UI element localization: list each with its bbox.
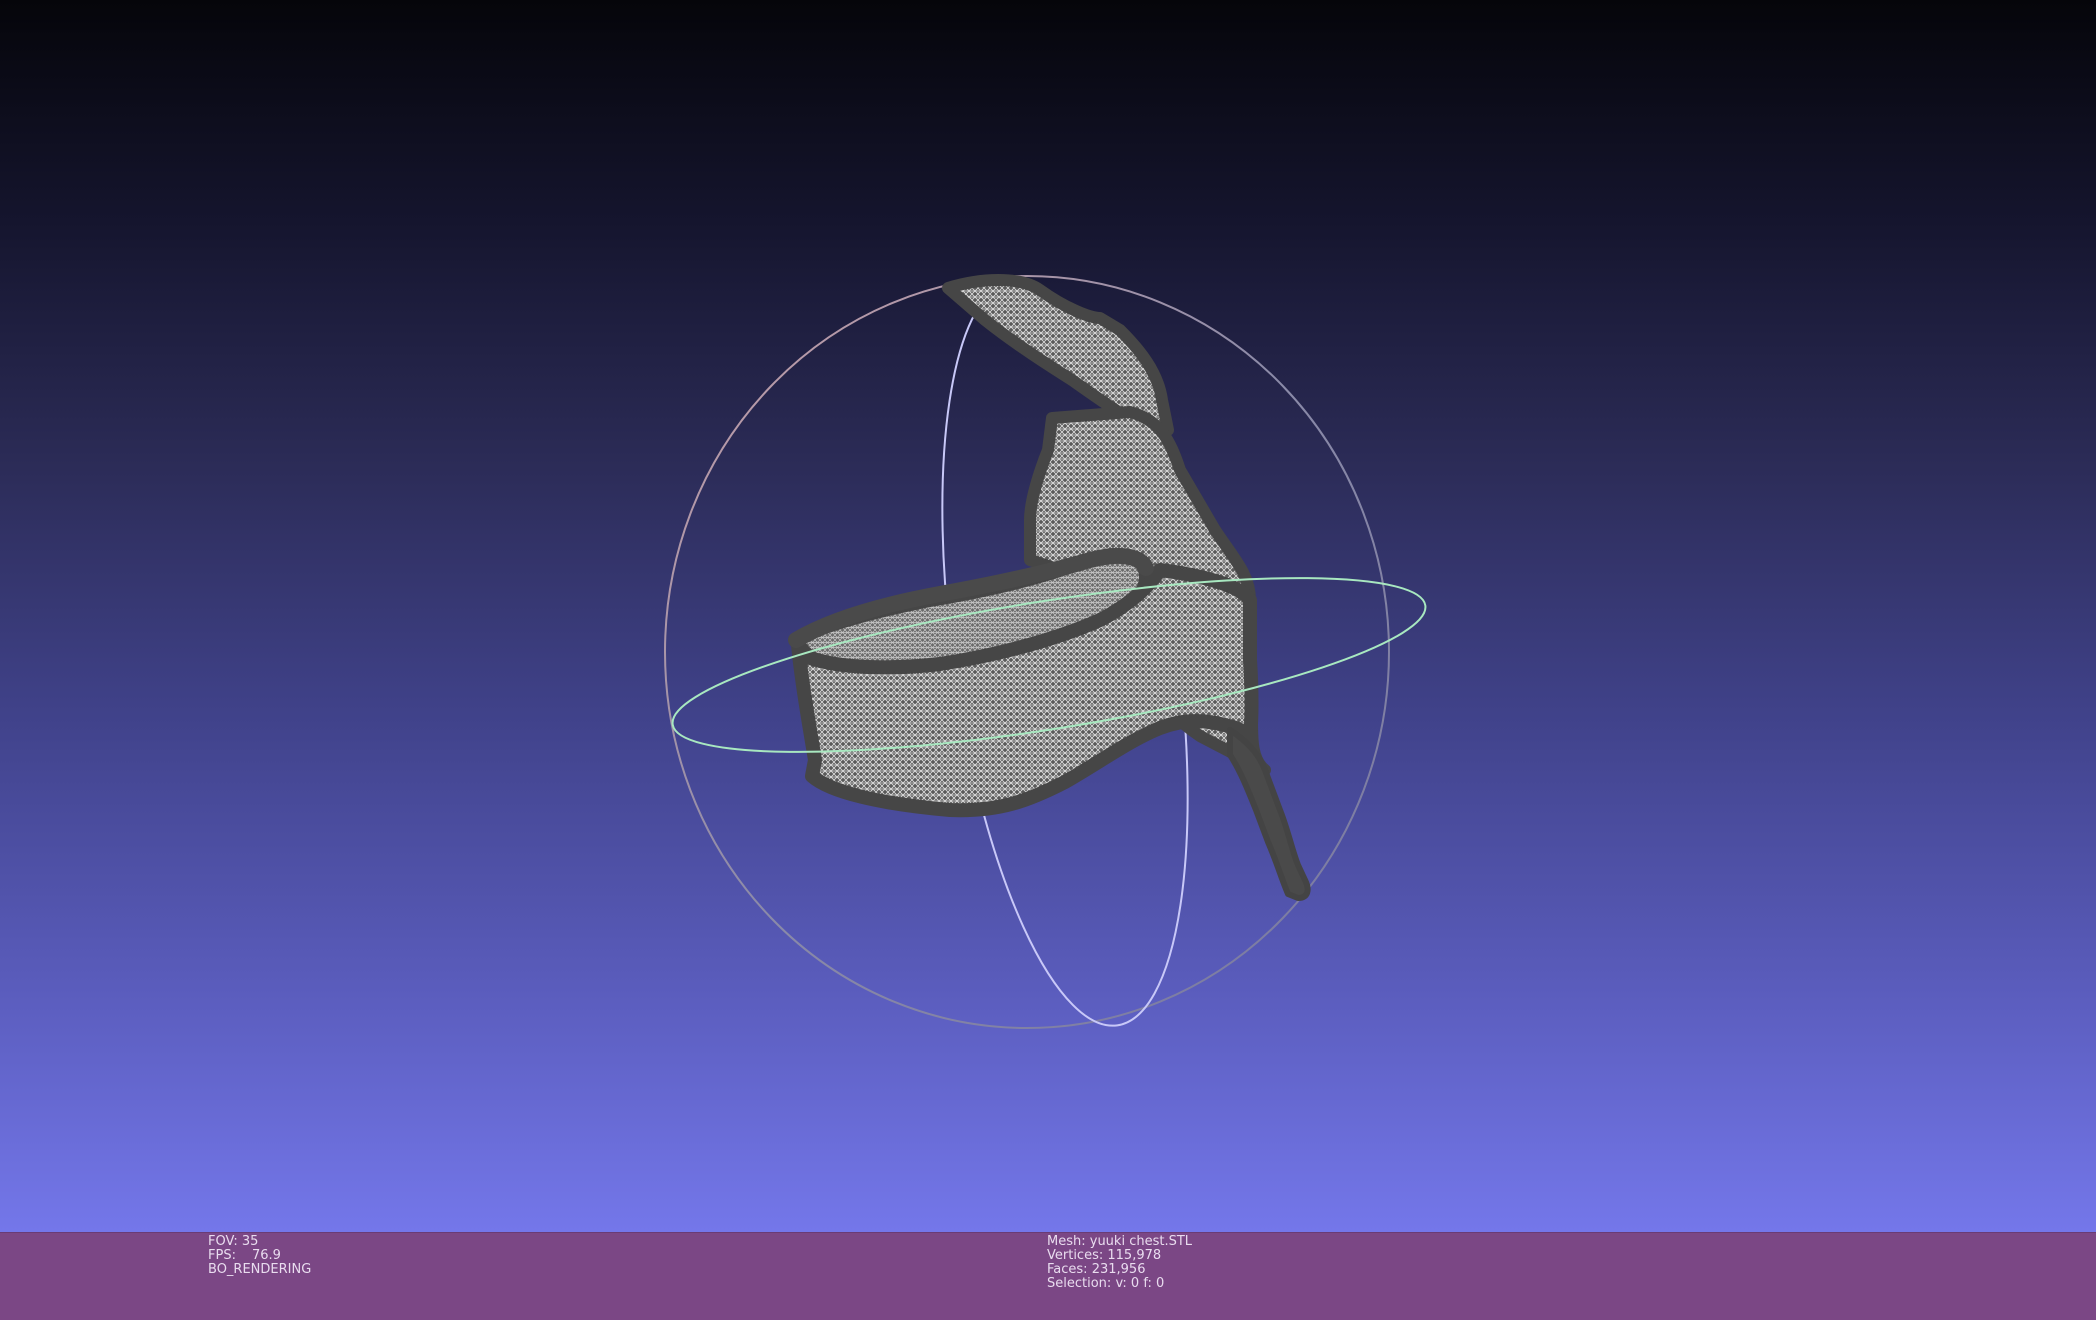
faces-label: Faces: xyxy=(1047,1262,1088,1277)
fps-readout: FPS: 76.9 xyxy=(208,1249,311,1263)
fps-label: FPS: xyxy=(208,1248,236,1263)
vertices-value: 115,978 xyxy=(1107,1248,1162,1263)
fps-value: 76.9 xyxy=(251,1248,281,1263)
vertices-readout: Vertices: 115,978 xyxy=(1047,1249,1192,1263)
faces-value: 231,956 xyxy=(1091,1262,1146,1277)
selection-label: Selection: xyxy=(1047,1276,1112,1291)
mesh-name-readout: Mesh: yuuki chest.STL xyxy=(1047,1235,1192,1249)
faces-readout: Faces: 231,956 xyxy=(1047,1263,1192,1277)
3d-viewport[interactable] xyxy=(0,0,2096,1232)
mesh-name: yuuki chest.STL xyxy=(1089,1234,1193,1249)
fov-value: 35 xyxy=(241,1234,259,1249)
mesh-label: Mesh: xyxy=(1047,1234,1086,1249)
mesh-scene[interactable] xyxy=(0,0,2096,1232)
mesh-strap-lower xyxy=(1227,727,1311,901)
selection-value: v: 0 f: 0 xyxy=(1115,1276,1165,1291)
render-mode: BO_RENDERING xyxy=(208,1262,312,1277)
vertices-label: Vertices: xyxy=(1047,1248,1104,1263)
status-bar: FOV: 35 FPS: 76.9 BO_RENDERING Mesh: yuuk… xyxy=(0,1232,2096,1320)
mesh-info-panel: Mesh: yuuki chest.STL Vertices: 115,978 … xyxy=(1047,1235,1192,1291)
fov-readout: FOV: 35 xyxy=(208,1235,311,1249)
mesh-model xyxy=(788,274,1311,901)
fov-label: FOV: xyxy=(208,1234,238,1249)
selection-readout: Selection: v: 0 f: 0 xyxy=(1047,1277,1192,1291)
view-info-panel: FOV: 35 FPS: 76.9 BO_RENDERING xyxy=(208,1235,311,1277)
